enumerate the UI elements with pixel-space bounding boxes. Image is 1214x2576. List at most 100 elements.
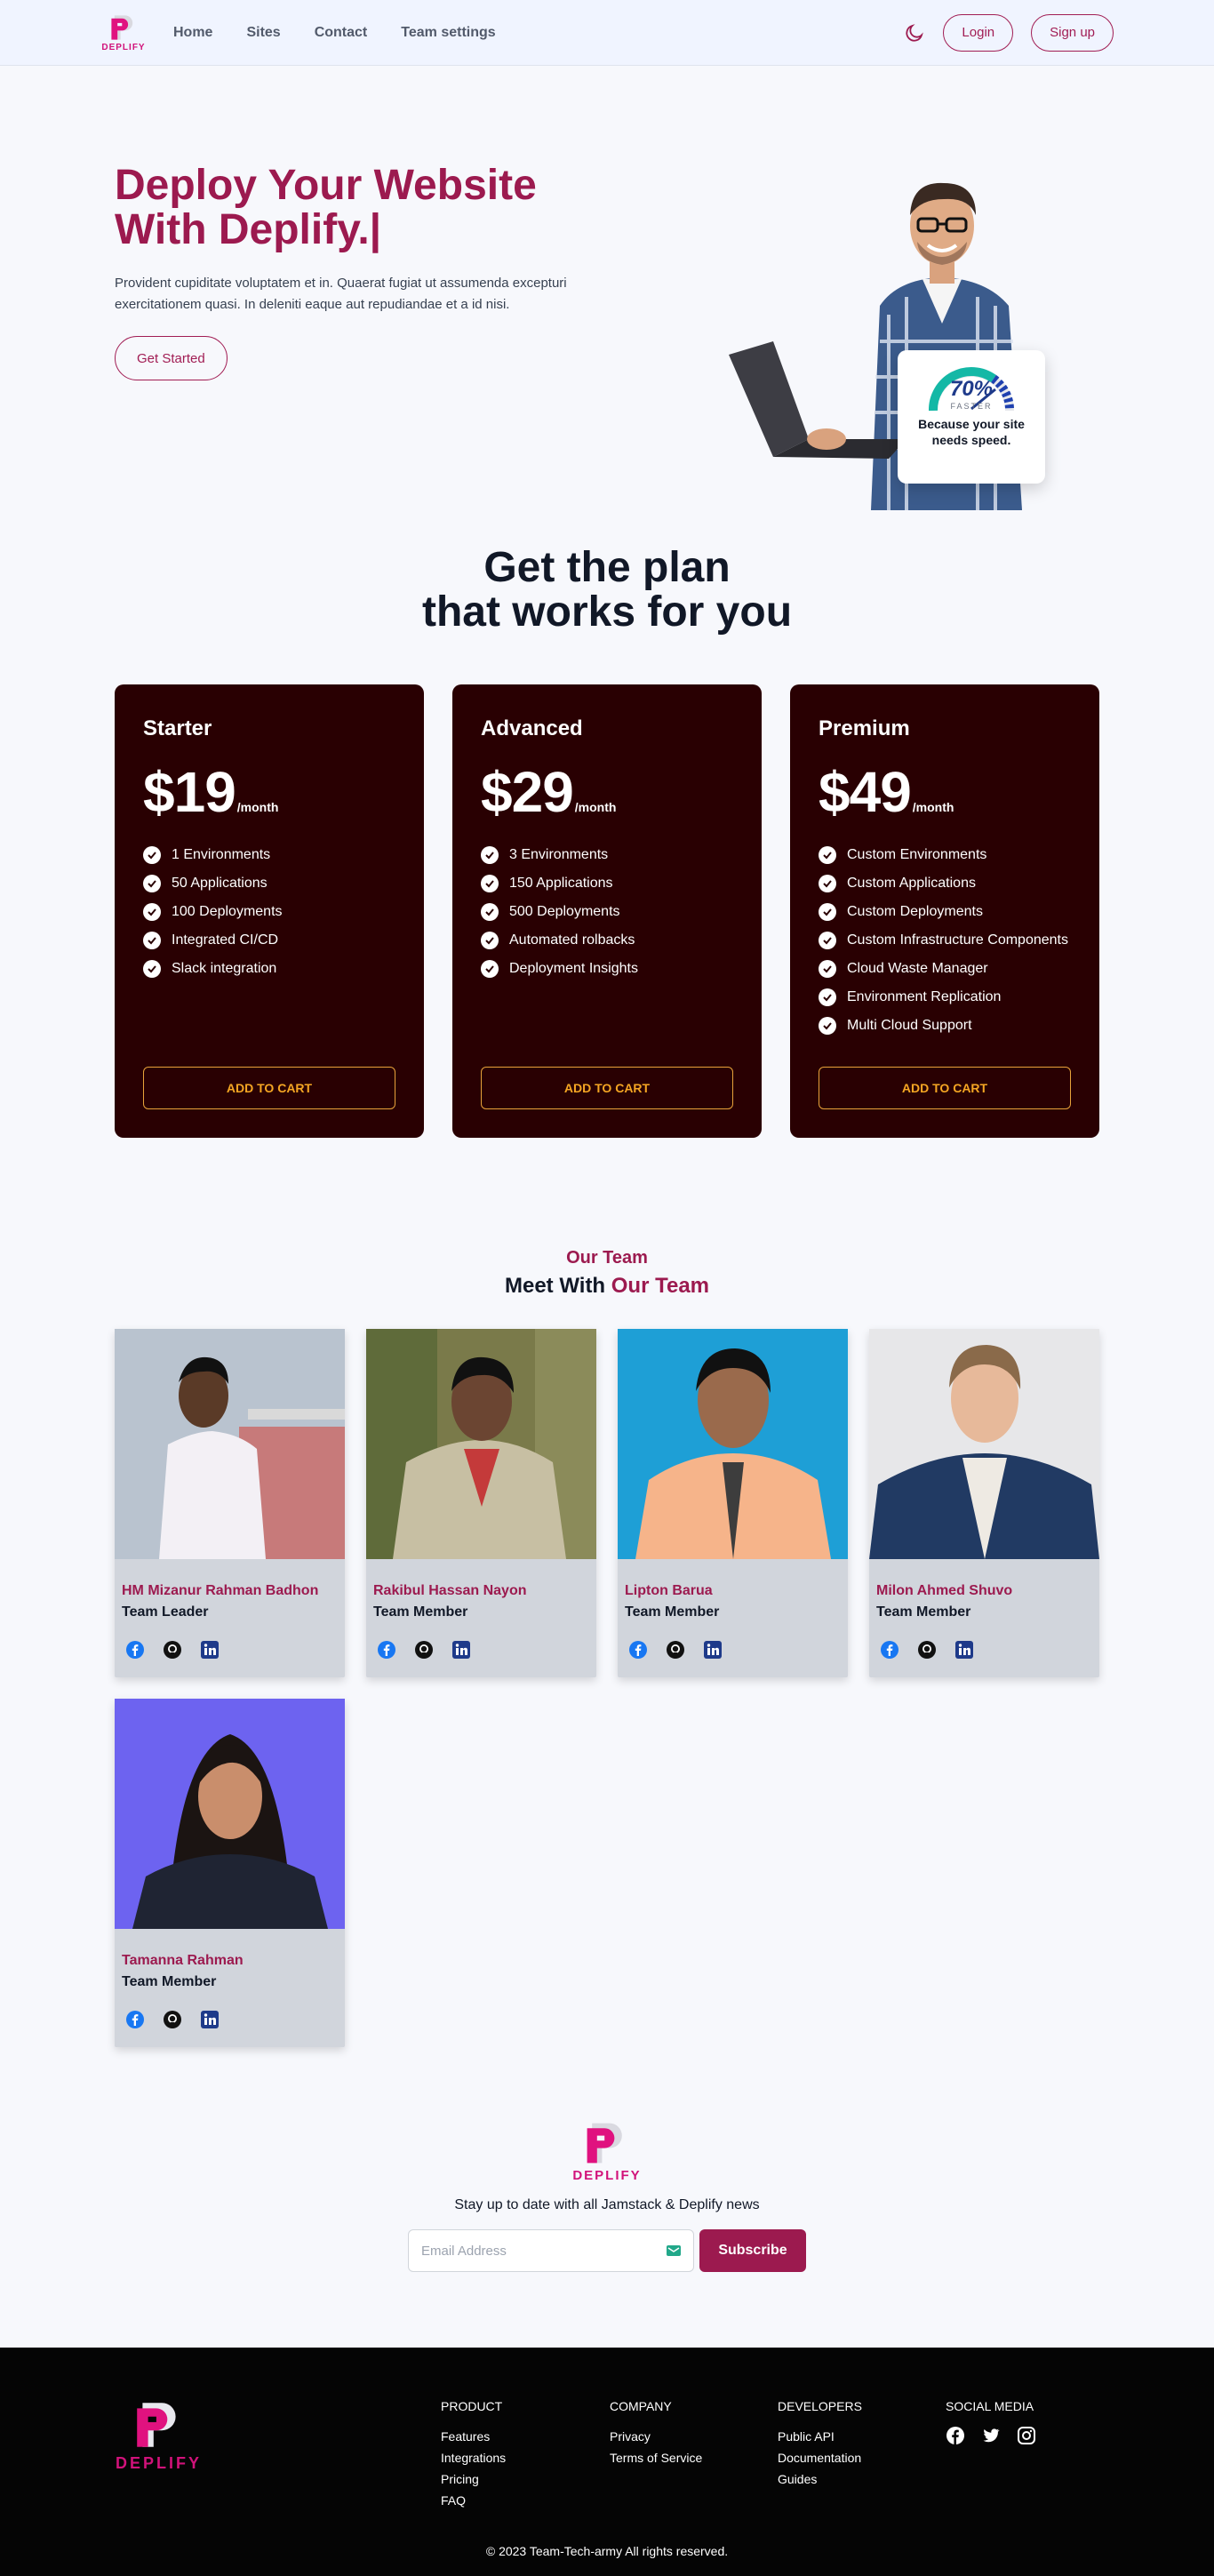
footer-developers-column: DEVELOPERS Public API Documentation Guid… (778, 2399, 862, 2490)
newsletter-form: Email Address Subscribe (0, 2229, 1214, 2272)
footer-link-public-api[interactable]: Public API (778, 2426, 862, 2447)
add-to-cart-button-starter[interactable]: ADD TO CART (143, 1067, 395, 1109)
team-grid: HM Mizanur Rahman Badhon Team Leader Rak… (115, 1329, 1214, 2047)
signup-button[interactable]: Sign up (1031, 13, 1114, 52)
plan-price: $49 /month (819, 759, 1071, 825)
plan-feature: 150 Applications (481, 869, 733, 898)
plan-feature-text: Custom Environments (847, 847, 987, 862)
plan-feature-text: Custom Applications (847, 876, 976, 891)
facebook-icon[interactable] (125, 1640, 145, 1660)
plan-feature-text: 3 Environments (509, 847, 609, 862)
footer-link-pricing[interactable]: Pricing (441, 2468, 506, 2490)
login-button[interactable]: Login (943, 13, 1014, 52)
footer-link-terms[interactable]: Terms of Service (610, 2447, 702, 2468)
github-icon[interactable] (163, 2010, 182, 2029)
team-eyebrow: Our Team (566, 1248, 648, 1268)
member-role: Team Member (122, 1974, 217, 1989)
member-name: Tamanna Rahman (122, 1953, 244, 1968)
deplify-logo-icon (111, 15, 133, 40)
plan-feature: Integrated CI/CD (143, 926, 395, 955)
get-started-button[interactable]: Get Started (115, 336, 228, 380)
plan-feature: Custom Deployments (819, 898, 1071, 926)
plan-price: $19 /month (143, 759, 395, 825)
plan-period: /month (912, 800, 954, 814)
plan-feature: 100 Deployments (143, 898, 395, 926)
brand-logo[interactable]: DEPLIFY (100, 12, 147, 52)
plan-amount: $29 (481, 760, 574, 824)
top-navbar: DEPLIFY Home Sites Contact Team settings… (0, 0, 1214, 66)
footer-link-integrations[interactable]: Integrations (441, 2447, 506, 2468)
footer-link-documentation[interactable]: Documentation (778, 2447, 862, 2468)
facebook-icon[interactable] (880, 1640, 899, 1660)
linkedin-icon[interactable] (200, 1640, 220, 1660)
twitter-icon[interactable] (981, 2426, 1001, 2445)
footer-link-guides[interactable]: Guides (778, 2468, 862, 2490)
facebook-icon[interactable] (946, 2426, 965, 2445)
nav-team-settings-link[interactable]: Team settings (401, 25, 495, 41)
plan-feature-text: Cloud Waste Manager (847, 961, 988, 976)
nav-sites-link[interactable]: Sites (246, 25, 280, 41)
plan-feature: Environment Replication (819, 983, 1071, 1012)
member-role: Team Leader (122, 1604, 209, 1620)
member-photo (869, 1329, 1099, 1559)
github-icon[interactable] (414, 1640, 434, 1660)
plan-feature-text: Integrated CI/CD (172, 932, 279, 948)
github-icon[interactable] (666, 1640, 685, 1660)
hero-title-line-2: With Deplify.| (115, 206, 382, 253)
plan-amount: $49 (819, 760, 912, 824)
plan-feature: 3 Environments (481, 841, 733, 869)
linkedin-icon[interactable] (703, 1640, 723, 1660)
add-to-cart-button-premium[interactable]: ADD TO CART (819, 1067, 1071, 1109)
team-title: Meet With Our Team (0, 1274, 1214, 1299)
plan-feature: Deployment Insights (481, 955, 733, 983)
team-member-card: Milon Ahmed Shuvo Team Member (869, 1329, 1099, 1677)
linkedin-icon[interactable] (451, 1640, 471, 1660)
linkedin-icon[interactable] (200, 2010, 220, 2029)
newsletter-logo: DEPLIFY (572, 2118, 641, 2183)
footer-link-privacy[interactable]: Privacy (610, 2426, 702, 2447)
nav-home-link[interactable]: Home (173, 25, 212, 41)
nav-contact-link[interactable]: Contact (315, 25, 368, 41)
plan-feature-text: Custom Infrastructure Components (847, 932, 1068, 948)
footer-social-heading: SOCIAL MEDIA (946, 2399, 1034, 2413)
plan-period: /month (574, 800, 617, 814)
footer: DEPLIFY PRODUCT Features Integrations Pr… (0, 2348, 1214, 2576)
team-title-prefix: Meet With (504, 1274, 611, 1298)
instagram-icon[interactable] (1017, 2426, 1036, 2445)
facebook-icon[interactable] (377, 1640, 396, 1660)
footer-company-column: COMPANY Privacy Terms of Service (610, 2399, 702, 2468)
github-icon[interactable] (917, 1640, 937, 1660)
footer-link-faq[interactable]: FAQ (441, 2490, 506, 2511)
email-autofill-icon[interactable] (667, 2245, 681, 2256)
email-input[interactable]: Email Address (408, 2229, 694, 2272)
facebook-icon[interactable] (125, 2010, 145, 2029)
plan-feature: Custom Applications (819, 869, 1071, 898)
speed-faster-label: FASTER (950, 402, 993, 411)
plan-feature-text: 500 Deployments (509, 904, 620, 919)
add-to-cart-button-advanced[interactable]: ADD TO CART (481, 1067, 733, 1109)
footer-logo[interactable]: DEPLIFY (116, 2397, 202, 2473)
facebook-icon[interactable] (628, 1640, 648, 1660)
pricing-plans: Starter $19 /month 1 Environments 50 App… (0, 684, 1214, 1138)
linkedin-icon[interactable] (954, 1640, 974, 1660)
newsletter-text: Stay up to date with all Jamstack & Depl… (454, 2197, 760, 2212)
check-icon (143, 903, 161, 921)
check-icon (481, 960, 499, 978)
speed-caption: Because your site needs speed. (918, 417, 1025, 447)
deplify-logo-icon (587, 2123, 622, 2164)
dark-mode-moon-icon[interactable] (904, 22, 925, 44)
github-icon[interactable] (163, 1640, 182, 1660)
subscribe-button[interactable]: Subscribe (699, 2229, 806, 2272)
plan-name: Starter (143, 716, 212, 740)
footer-link-features[interactable]: Features (441, 2426, 506, 2447)
hero-title: Deploy Your Website With Deplify.| (115, 164, 612, 252)
plan-name: Premium (819, 716, 910, 740)
check-icon (819, 960, 836, 978)
team-member-card: Lipton Barua Team Member (618, 1329, 848, 1677)
plan-feature: Multi Cloud Support (819, 1012, 1071, 1040)
copyright-text: © 2023 Team-Tech-army All rights reserve… (485, 2544, 729, 2558)
plan-features: 1 Environments 50 Applications 100 Deplo… (143, 841, 395, 983)
plan-feature-text: Deployment Insights (509, 961, 638, 976)
check-icon (481, 932, 499, 949)
email-placeholder: Email Address (421, 2243, 507, 2259)
